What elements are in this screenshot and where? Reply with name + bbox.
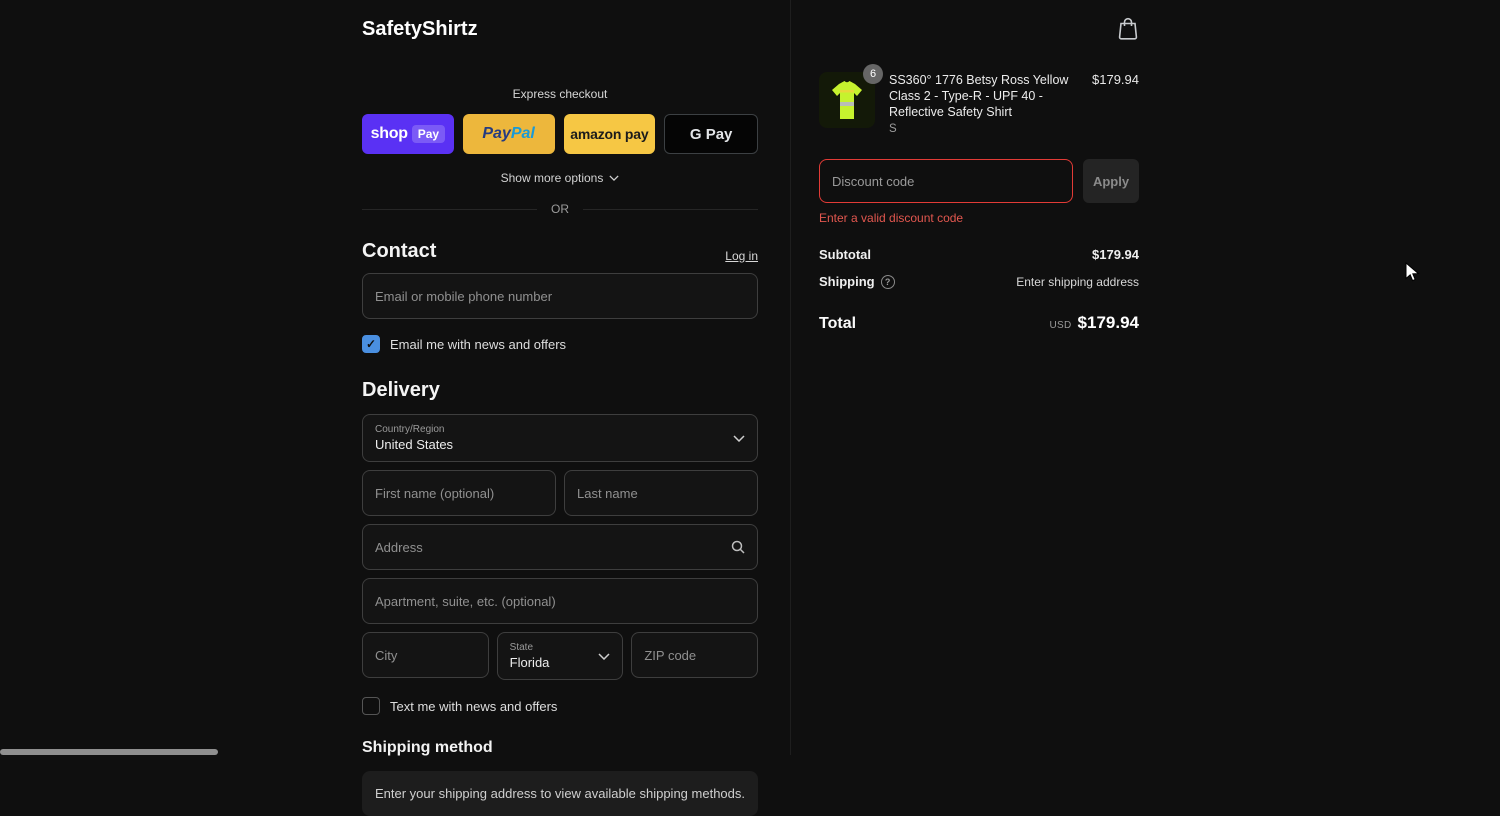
email-field[interactable] <box>362 273 758 319</box>
chevron-down-icon <box>598 652 610 660</box>
total-label: Total <box>819 315 857 332</box>
cart-bag-icon[interactable] <box>1117 16 1139 40</box>
product-variant: S <box>889 123 897 135</box>
country-select-text: Country/Region United States <box>375 424 453 452</box>
shop-pay-brand-label: shop <box>370 125 408 142</box>
state-select[interactable]: State Florida <box>496 632 624 680</box>
order-summary-sidebar: 6 SS360° 1776 Betsy Ross Yellow Class 2 … <box>790 0 1500 755</box>
city-state-zip-row: State Florida <box>362 632 759 680</box>
discount-row: Apply <box>819 159 1139 203</box>
store-logo[interactable]: SafetyShirtz <box>362 18 758 41</box>
email-news-label: Email me with news and offers <box>390 336 567 352</box>
amazon-pay-button[interactable]: amazon pay <box>563 114 656 154</box>
discount-code-field[interactable] <box>819 159 1073 203</box>
express-checkout-label: Express checkout <box>512 87 608 101</box>
cart-line-item: 6 SS360° 1776 Betsy Ross Yellow Class 2 … <box>819 64 1139 135</box>
google-pay-label: G Pay <box>689 125 733 143</box>
total-row: Total USD $179.94 <box>819 313 1139 333</box>
checkout-page: SafetyShirtz Express checkout shop Pay P… <box>0 0 1500 816</box>
product-title: SS360° 1776 Betsy Ross Yellow Class 2 - … <box>889 73 1069 119</box>
name-fields-row <box>362 470 758 516</box>
or-divider: OR <box>362 202 758 216</box>
product-price: $179.94 <box>1092 72 1139 87</box>
email-news-row[interactable]: ✓ Email me with news and offers <box>362 335 758 353</box>
subtotal-label: Subtotal <box>819 247 871 262</box>
checkout-main: SafetyShirtz Express checkout shop Pay P… <box>0 0 790 816</box>
contact-section-header: Contact Log in <box>362 240 758 263</box>
show-more-options-link[interactable]: Show more options <box>362 171 758 185</box>
city-field[interactable] <box>362 632 489 678</box>
text-news-row[interactable]: Text me with news and offers <box>362 697 758 715</box>
state-select-label: State <box>509 642 534 653</box>
subtotal-row: Subtotal $179.94 <box>819 247 1139 262</box>
shipping-row: Shipping ? Enter shipping address <box>819 274 1139 289</box>
zip-field[interactable] <box>631 632 759 678</box>
shop-pay-pay-label: Pay <box>411 125 446 143</box>
subtotal-value: $179.94 <box>1092 247 1139 262</box>
info-icon[interactable]: ? <box>880 274 895 289</box>
currency-code: USD <box>1049 320 1072 331</box>
search-icon <box>730 539 746 555</box>
product-info: SS360° 1776 Betsy Ross Yellow Class 2 - … <box>889 72 1078 135</box>
total-amount-group: USD $179.94 <box>1050 313 1139 333</box>
paypal-pay-label: Pay <box>482 125 511 142</box>
delivery-heading: Delivery <box>362 379 440 401</box>
horizontal-scrollbar-thumb[interactable] <box>0 749 218 755</box>
checkout-form: SafetyShirtz Express checkout shop Pay P… <box>362 18 759 816</box>
email-news-checkbox[interactable]: ✓ <box>362 335 380 353</box>
discount-error-message: Enter a valid discount code <box>819 211 964 225</box>
shipping-value: Enter shipping address <box>1016 274 1139 289</box>
quantity-badge: 6 <box>863 64 883 84</box>
or-label: OR <box>551 202 569 216</box>
show-more-options-label: Show more options <box>500 171 604 185</box>
divider-line <box>583 208 758 210</box>
shipping-method-notice: Enter your shipping address to view avai… <box>362 771 758 816</box>
google-pay-button[interactable]: G Pay <box>664 114 758 154</box>
text-news-label: Text me with news and offers <box>390 698 558 714</box>
paypal-pal-label: Pal <box>510 125 535 142</box>
login-link[interactable]: Log in <box>725 249 758 263</box>
chevron-down-icon <box>733 434 745 442</box>
address-field[interactable] <box>362 524 758 570</box>
express-buttons: shop Pay Pay Pal amazon pay G Pay <box>362 114 758 154</box>
first-name-field[interactable] <box>362 470 556 516</box>
state-select-value: Florida <box>509 655 550 670</box>
chevron-down-icon <box>609 175 619 181</box>
country-select-value: United States <box>375 437 454 452</box>
shipping-label: Shipping <box>819 274 875 289</box>
divider-line <box>362 208 537 210</box>
order-summary: 6 SS360° 1776 Betsy Ross Yellow Class 2 … <box>819 16 1139 333</box>
shipping-label-group: Shipping ? <box>819 274 895 289</box>
country-select[interactable]: Country/Region United States <box>362 414 758 462</box>
amazon-pay-label: amazon pay <box>570 126 649 142</box>
apply-discount-button[interactable]: Apply <box>1083 159 1139 203</box>
check-icon: ✓ <box>365 337 377 351</box>
paypal-button[interactable]: Pay Pal <box>462 114 555 154</box>
text-news-checkbox[interactable] <box>362 697 380 715</box>
country-select-label: Country/Region <box>375 424 445 435</box>
address-field-wrapper <box>362 524 758 570</box>
last-name-field[interactable] <box>564 470 758 516</box>
total-value: $179.94 <box>1077 313 1139 332</box>
shop-pay-button[interactable]: shop Pay <box>362 114 454 154</box>
contact-heading: Contact <box>362 240 437 262</box>
shipping-method-heading: Shipping method <box>362 739 493 756</box>
state-select-text: State Florida <box>510 642 550 670</box>
product-thumbnail: 6 <box>819 64 883 128</box>
cart-icon-row <box>819 16 1139 40</box>
apartment-field[interactable] <box>362 578 758 624</box>
